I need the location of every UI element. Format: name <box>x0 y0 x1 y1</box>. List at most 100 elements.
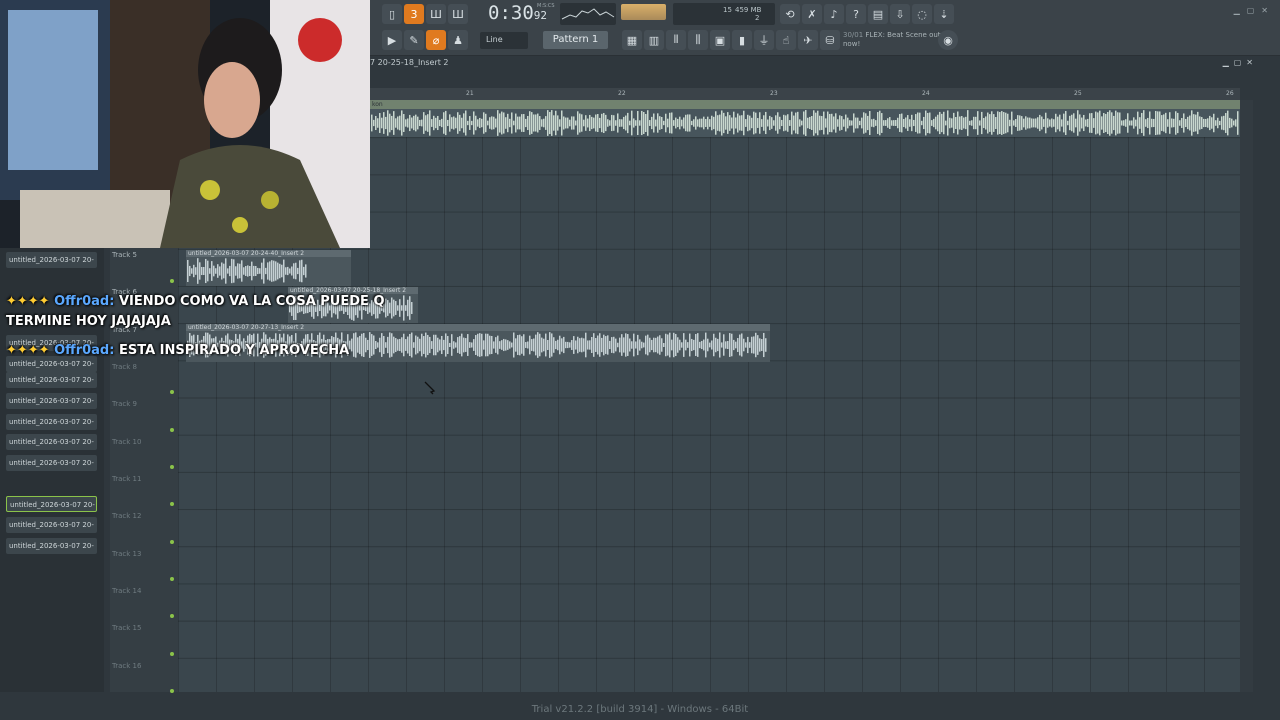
download-icon[interactable]: ⇣ <box>934 4 954 24</box>
chat-message: ✦✦✦✦ Offr0ad: VIENDO COMO VA LA COSA PUE… <box>6 294 385 309</box>
minimize-icon[interactable]: ▁ <box>1234 6 1240 15</box>
audio-clip-long[interactable]: kon <box>370 100 1240 137</box>
stamp-icon[interactable]: ♟ <box>448 30 468 50</box>
chat-badge-icon: ✦✦✦✦ <box>6 294 50 309</box>
oscilloscope-display <box>560 3 616 25</box>
clip-label: kon <box>370 100 1240 109</box>
help-icon[interactable]: ? <box>846 4 866 24</box>
status-bar: Trial v21.2.2 [build 3914] - Windows - 6… <box>531 704 749 715</box>
playlist-maximize-icon[interactable]: ▢ <box>1234 58 1247 67</box>
webcam-overlay <box>0 0 370 248</box>
track-mute-dot[interactable] <box>170 652 174 656</box>
touch-icon[interactable]: ☝ <box>776 30 796 50</box>
browser-item[interactable]: untitled_2026-03-07 20- <box>6 356 97 372</box>
playlist-title: 7 20-25-18_Insert 2 <box>370 58 449 67</box>
track-name[interactable]: Track 15 <box>112 624 141 632</box>
browser-item[interactable]: untitled_2026-03-07 20- <box>6 252 97 268</box>
maximize-icon[interactable]: ▢ <box>1247 6 1255 15</box>
track-mute-dot[interactable] <box>170 465 174 469</box>
fl-studio-window: ▯ 3 Ш Ш 0:3092 M:S:CS 15 459 MB 2 ⟲ ✗ ♪ … <box>0 0 1280 720</box>
undo-icon[interactable]: ⟲ <box>780 4 800 24</box>
render-icon[interactable]: ⇩ <box>890 4 910 24</box>
browser-item[interactable]: untitled_2026-03-07 20- <box>6 455 97 471</box>
news-panel[interactable]: 30/01 FLEX: Beat Scene out now! <box>843 31 953 49</box>
playlist-icon[interactable]: ▦ <box>622 30 642 50</box>
clip-label: untitled_2026-03-07 20-25-18_Insert 2 <box>288 287 418 294</box>
snap-selector[interactable]: Line <box>480 32 528 49</box>
ruler-label: 25 <box>1074 90 1082 97</box>
playlist-title-bar: 7 20-25-18_Insert 2 ▁▢✕ <box>370 58 1258 70</box>
plug-icon[interactable]: ⏚ <box>754 30 774 50</box>
browser-item-selected[interactable]: untitled_2026-03-07 20- <box>6 496 97 512</box>
chat-text: TERMINE HOY JAJAJAJA <box>6 314 171 329</box>
polyphony-value: 2 <box>755 14 760 22</box>
track-mute-dot[interactable] <box>170 614 174 618</box>
news-number: 30/01 <box>843 31 864 39</box>
ruler-label: 26 <box>1226 90 1234 97</box>
play-icon[interactable]: ▶ <box>382 30 402 50</box>
channel-rack-icon[interactable]: ▥ <box>644 30 664 50</box>
track-name[interactable]: Track 10 <box>112 438 141 446</box>
news-icon[interactable]: ◉ <box>938 30 958 50</box>
track-name[interactable]: Track 14 <box>112 587 141 595</box>
audio-clip[interactable]: untitled_2026-03-07 20-24-40_Insert 2 <box>186 250 351 286</box>
browser-item[interactable]: untitled_2026-03-07 20- <box>6 538 97 554</box>
browser-item[interactable]: untitled_2026-03-07 20- <box>6 372 97 388</box>
pattern-selector[interactable]: Pattern 1 <box>543 31 608 49</box>
record-mode-icon[interactable]: Ш <box>448 4 468 24</box>
piano-icon[interactable]: Ш <box>426 4 446 24</box>
brush-icon[interactable]: ✎ <box>404 30 424 50</box>
close-icon[interactable]: ✕ <box>1261 6 1268 15</box>
plugin-icon[interactable]: ▮ <box>732 30 752 50</box>
playlist-close-icon[interactable]: ✕ <box>1246 58 1258 67</box>
tempo-icon[interactable]: 3 <box>404 4 424 24</box>
chat-username: Offr0ad: <box>54 294 115 309</box>
vertical-scrollbar[interactable] <box>1240 100 1253 692</box>
track-name[interactable]: Track 13 <box>112 550 141 558</box>
ruler-label: 22 <box>618 90 626 97</box>
time-unit-label: M:S:CS <box>537 3 555 9</box>
ruler-label: 24 <box>922 90 930 97</box>
chat-text: ESTA INSPIRADO Y APROVECHA <box>118 343 350 358</box>
mic-icon[interactable]: ♪ <box>824 4 844 24</box>
piano-roll-icon[interactable]: ⫼ <box>688 30 708 50</box>
track-mute-dot[interactable] <box>170 577 174 581</box>
chat-icon[interactable]: ◌ <box>912 4 932 24</box>
playlist-minimize-icon[interactable]: ▁ <box>1223 58 1234 67</box>
browser-item[interactable]: untitled_2026-03-07 20- <box>6 434 97 450</box>
ruler-label: 21 <box>466 90 474 97</box>
track-name[interactable]: Track 12 <box>112 512 141 520</box>
timeline-ruler[interactable]: 21 22 23 24 25 26 <box>370 88 1240 100</box>
window-controls: ▁ ▢ ✕ <box>1234 6 1268 15</box>
track-mute-dot[interactable] <box>170 390 174 394</box>
link-icon[interactable]: ⌀ <box>426 30 446 50</box>
cpu-value: 15 <box>723 6 732 14</box>
mixer-icon[interactable]: ⫴ <box>666 30 686 50</box>
track-name[interactable]: Track 16 <box>112 662 141 670</box>
track-mute-dot[interactable] <box>170 502 174 506</box>
track-name[interactable]: Track 5 <box>112 251 137 259</box>
track-mute-dot[interactable] <box>170 279 174 283</box>
master-volume-slider[interactable] <box>621 4 666 20</box>
browser-icon[interactable]: ▣ <box>710 30 730 50</box>
memory-value: 459 MB <box>735 6 762 14</box>
track-name[interactable]: Track 8 <box>112 363 137 371</box>
track-name[interactable]: Track 11 <box>112 475 141 483</box>
project-icon[interactable]: ✈ <box>798 30 818 50</box>
track-mute-dot[interactable] <box>170 689 174 693</box>
browser-item[interactable]: untitled_2026-03-07 20- <box>6 517 97 533</box>
cart-icon[interactable]: ⛁ <box>820 30 840 50</box>
browser-item[interactable]: untitled_2026-03-07 20- <box>6 393 97 409</box>
tools-icon[interactable]: ✗ <box>802 4 822 24</box>
track-mute-dot[interactable] <box>170 540 174 544</box>
browser-item[interactable]: untitled_2026-03-07 20- <box>6 414 97 430</box>
chat-badge-icon: ✦✦✦✦ <box>6 343 50 358</box>
metronome-icon[interactable]: ▯ <box>382 4 402 24</box>
playlist-window-controls: ▁▢✕ <box>1223 58 1258 67</box>
chat-message: TERMINE HOY JAJAJAJA <box>6 314 171 329</box>
waveform <box>371 110 1239 136</box>
track-name[interactable]: Track 9 <box>112 400 137 408</box>
save-icon[interactable]: ▤ <box>868 4 888 24</box>
track-mute-dot[interactable] <box>170 428 174 432</box>
mouse-cursor-icon <box>424 381 436 395</box>
